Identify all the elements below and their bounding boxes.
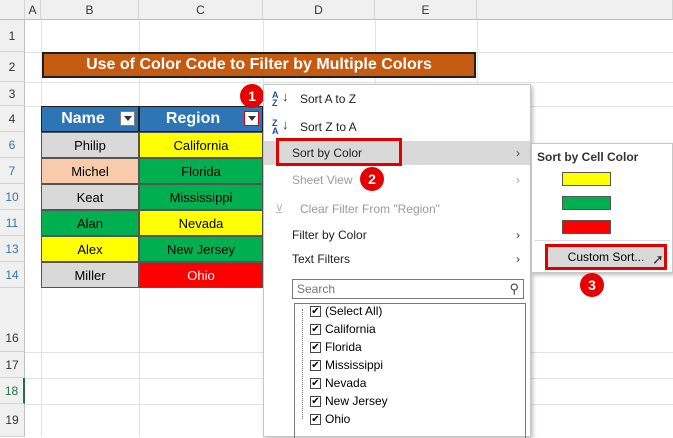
row-header[interactable]: 7 [0, 158, 25, 184]
color-swatch-green[interactable] [562, 196, 611, 210]
custom-sort-button[interactable]: Custom Sort... [545, 244, 667, 270]
filter-by-color[interactable]: Filter by Color › [264, 223, 530, 247]
sheet-title: Use of Color Code to Filter by Multiple … [42, 52, 476, 78]
checkbox-checked-icon[interactable]: ✔ [310, 396, 321, 408]
column-header-c[interactable]: C [139, 0, 263, 20]
region-cell[interactable]: New Jersey [139, 236, 263, 262]
region-filter-dropdown[interactable] [244, 111, 259, 126]
checkbox-checked-icon[interactable]: ✔ [310, 306, 321, 318]
column-header-e[interactable]: E [375, 0, 477, 20]
name-cell[interactable]: Miller [41, 262, 139, 288]
row-header[interactable]: 2 [0, 52, 25, 82]
chevron-right-icon: › [516, 173, 520, 187]
list-item[interactable]: ✔ California [310, 320, 376, 338]
list-item[interactable]: ✔ (Select All) [310, 302, 382, 320]
sheet-view[interactable]: Sheet View › [264, 168, 530, 192]
region-cell[interactable]: Florida [139, 158, 263, 184]
row-header[interactable]: 18 [0, 378, 25, 404]
row-header[interactable]: 4 [0, 106, 25, 132]
name-header[interactable]: Name [41, 106, 139, 132]
clear-filter[interactable]: ⊻ Clear Filter From "Region" [264, 197, 530, 221]
step-badge-3: 3 [580, 273, 604, 297]
sort-a-to-z[interactable]: A Z ↓ Sort A to Z [264, 87, 530, 111]
row-header[interactable]: 16 [0, 288, 25, 352]
step-badge-1: 1 [240, 84, 264, 108]
name-header-label: Name [61, 110, 105, 127]
checkbox-checked-icon[interactable]: ✔ [310, 342, 321, 354]
step-badge-2: 2 [360, 167, 384, 191]
submenu-heading: Sort by Cell Color [537, 150, 639, 164]
list-item[interactable]: ✔ Nevada [310, 374, 366, 392]
checkbox-checked-icon[interactable]: ✔ [310, 378, 321, 390]
sort-ascending-icon: A Z ↓ [272, 89, 289, 108]
chevron-right-icon: › [516, 252, 520, 266]
region-header-label: Region [165, 110, 221, 127]
color-swatch-red[interactable] [562, 220, 611, 234]
name-cell[interactable]: Philip [41, 132, 139, 158]
search-input[interactable] [295, 280, 499, 298]
row-header[interactable]: 1 [0, 20, 25, 52]
column-header-d[interactable]: D [263, 0, 375, 20]
select-all-corner[interactable] [0, 0, 25, 20]
list-item[interactable]: ✔ New Jersey [310, 392, 388, 410]
row-header[interactable]: 19 [0, 404, 25, 437]
chevron-down-icon [247, 116, 256, 121]
sort-descending-icon: Z A ↓ [272, 117, 289, 136]
search-box[interactable]: ⚲ [292, 279, 524, 299]
mouse-pointer-icon: ➚ [652, 251, 664, 267]
list-item[interactable]: ✔ Mississippi [310, 356, 383, 374]
chevron-right-icon: › [516, 228, 520, 242]
list-item[interactable]: ✔ Ohio [310, 410, 350, 428]
row-header[interactable]: 17 [0, 352, 25, 378]
highlight-sort-by-color [276, 138, 402, 166]
search-icon: ⚲ [509, 281, 519, 296]
name-filter-dropdown[interactable] [120, 111, 135, 126]
region-header[interactable]: Region [139, 106, 263, 132]
row-header[interactable]: 6 [0, 132, 25, 158]
checkbox-checked-icon[interactable]: ✔ [310, 360, 321, 372]
checkbox-checked-icon[interactable]: ✔ [310, 414, 321, 426]
region-cell[interactable]: Ohio [139, 262, 263, 288]
region-cell[interactable]: Nevada [139, 210, 263, 236]
checkbox-checked-icon[interactable]: ✔ [310, 324, 321, 336]
column-header-blank [477, 0, 673, 20]
clear-filter-icon: ⊻ [275, 202, 284, 216]
region-cell[interactable]: Mississippi [139, 184, 263, 210]
name-cell[interactable]: Michel [41, 158, 139, 184]
row-header[interactable]: 11 [0, 210, 25, 236]
color-swatch-yellow[interactable] [562, 172, 611, 186]
tree-line [302, 309, 303, 419]
name-cell[interactable]: Keat [41, 184, 139, 210]
row-header[interactable]: 10 [0, 184, 25, 210]
name-cell[interactable]: Alan [41, 210, 139, 236]
text-filters[interactable]: Text Filters › [264, 247, 530, 271]
chevron-down-icon [123, 116, 132, 121]
region-cell[interactable]: California [139, 132, 263, 158]
column-header-b[interactable]: B [41, 0, 139, 20]
row-header[interactable]: 13 [0, 236, 25, 262]
filter-menu: A Z ↓ Sort A to Z Z A ↓ Sort Z to A Sort by … [263, 84, 531, 438]
sort-z-to-a[interactable]: Z A ↓ Sort Z to A [264, 115, 530, 139]
row-header[interactable]: 14 [0, 262, 25, 288]
submenu-separator [534, 240, 670, 241]
row-header[interactable]: 3 [0, 82, 25, 106]
column-header-a[interactable]: A [25, 0, 41, 20]
chevron-right-icon: › [516, 146, 520, 160]
name-cell[interactable]: Alex [41, 236, 139, 262]
grid-line [25, 82, 673, 83]
list-item[interactable]: ✔ Florida [310, 338, 362, 356]
